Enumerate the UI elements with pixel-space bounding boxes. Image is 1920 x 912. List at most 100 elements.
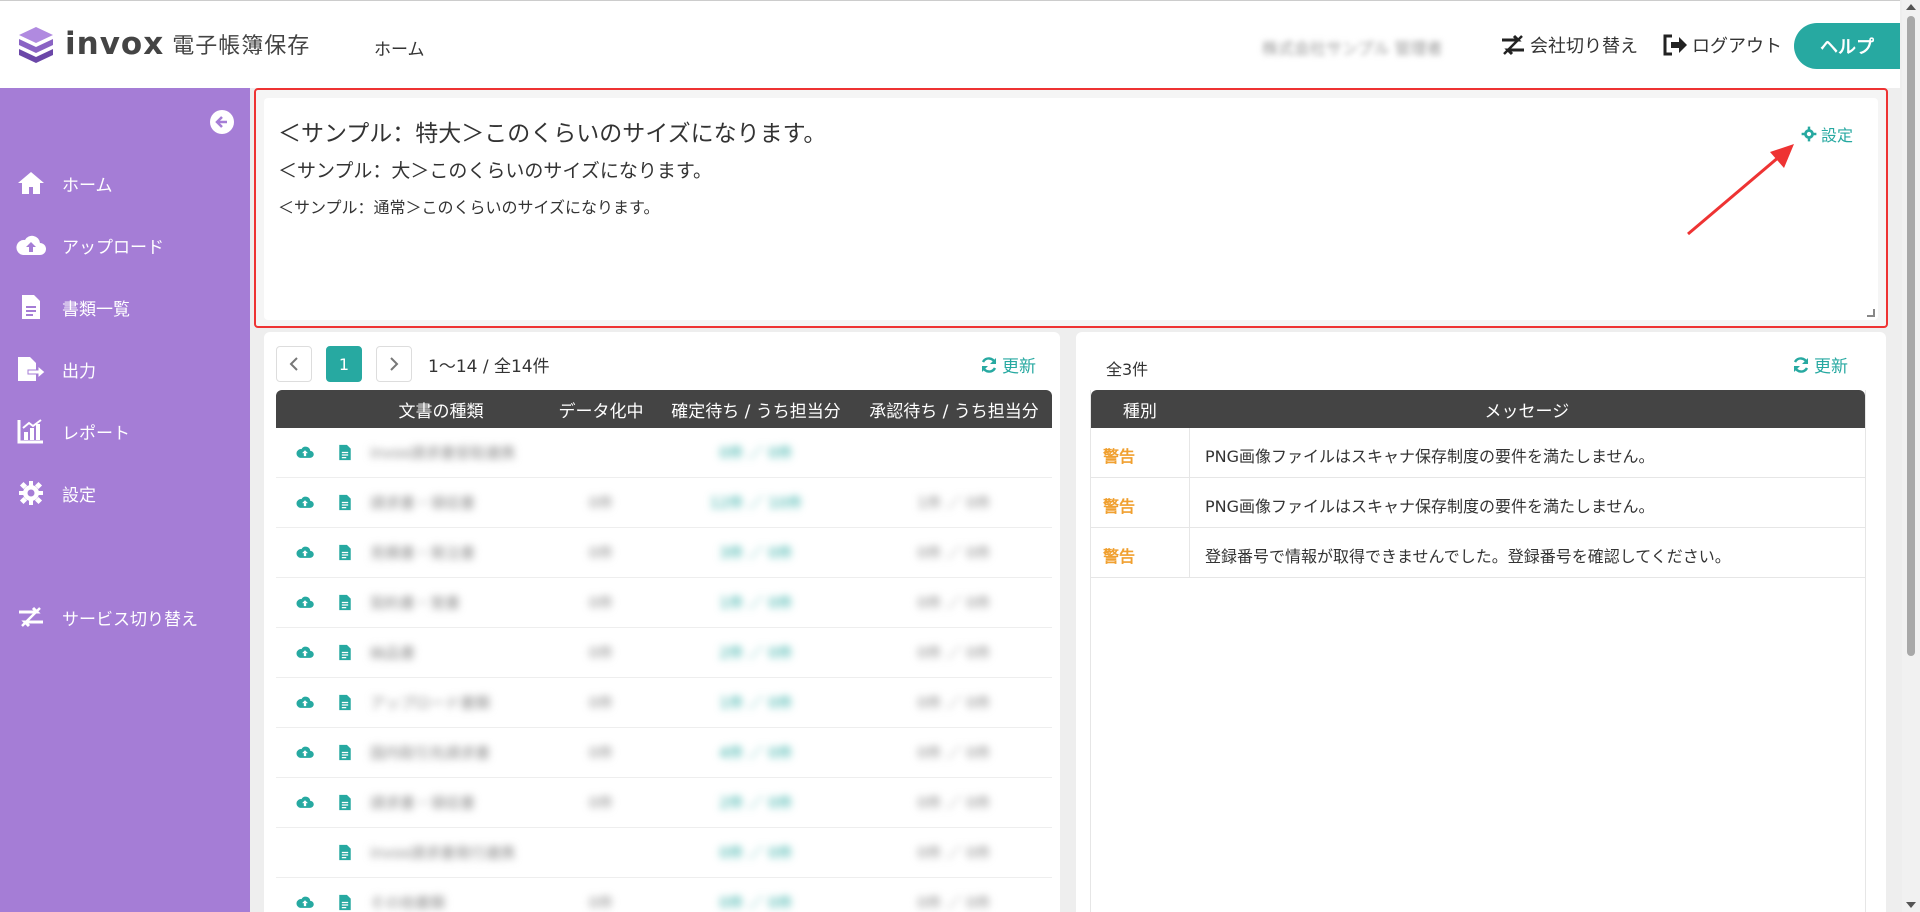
cell-divider xyxy=(1189,528,1190,578)
document-type-name[interactable]: その他書類 xyxy=(276,892,546,912)
sidebar-collapse-button[interactable] xyxy=(210,110,234,134)
table-row[interactable]: その他書類 0件 0件 ／ 0件 0件 ／ 0件 xyxy=(276,878,1052,912)
approve-count[interactable]: 0件 ／ 0件 xyxy=(856,892,1052,912)
approve-count[interactable]: 0件 ／ 0件 xyxy=(856,742,1052,763)
processing-count: 0件 xyxy=(588,644,614,662)
chevron-left-icon xyxy=(289,357,298,371)
table-row[interactable]: invox請求書発行連携 0件 ／ 0件 0件 ／ 0件 xyxy=(276,828,1052,878)
confirm-count[interactable]: 12件 ／ 10件 xyxy=(656,492,856,513)
column-header-type: 種別 xyxy=(1122,401,1157,422)
processing-count: 0件 xyxy=(588,744,614,762)
scroll-thumb[interactable] xyxy=(1907,16,1915,656)
message-type: 警告 xyxy=(1103,497,1136,516)
cell-divider xyxy=(1189,478,1190,528)
sidebar-item-export[interactable]: 出力 xyxy=(16,354,96,384)
page-scrollbar[interactable] xyxy=(1902,0,1920,912)
table-row[interactable]: 見積書・発注書 0件 3件 ／ 0件 0件 ／ 0件 xyxy=(276,528,1052,578)
table-row[interactable]: invox請求書受取連携 0件 ／ 0件 xyxy=(276,428,1052,478)
logout-button[interactable]: ログアウト xyxy=(1662,32,1782,58)
approve-count[interactable]: 0件 ／ 0件 xyxy=(856,842,1052,863)
message-row: 警告 登録番号で情報が取得できませんでした。登録番号を確認してください。 xyxy=(1091,528,1865,578)
document-type-name[interactable]: 国内取引先請求書 xyxy=(276,742,546,763)
document-type-name[interactable]: 請求書・領収書 xyxy=(276,492,546,513)
confirm-count[interactable]: 1件 ／ 0件 xyxy=(656,592,856,613)
document-type-name[interactable]: 見積書・発注書 xyxy=(276,542,546,563)
sidebar-item-settings[interactable]: 設定 xyxy=(16,478,96,508)
document-status-panel: 1 1〜14 / 全14件 更新 文書の種類 データ化中 確定待ち / うち担当… xyxy=(264,332,1060,912)
table-row[interactable]: 契約書・覚書 0件 1件 ／ 0件 0件 ／ 0件 xyxy=(276,578,1052,628)
column-header-message: メッセージ xyxy=(1484,401,1570,422)
confirm-count[interactable]: 1件 ／ 0件 xyxy=(656,692,856,713)
scroll-down-arrow[interactable] xyxy=(1906,902,1916,908)
app-header: invox 電子帳簿保存 ホーム 株式会社サンプル 管理者 会社切り替え ログア… xyxy=(0,0,1900,88)
approve-count[interactable]: 1件 ／ 0件 xyxy=(856,492,1052,513)
approve-count[interactable]: 0件 ／ 0件 xyxy=(856,792,1052,813)
settings-label: 設定 xyxy=(1821,126,1854,145)
approve-count[interactable]: 0件 ／ 0件 xyxy=(856,592,1052,613)
message-type: 警告 xyxy=(1103,547,1136,566)
prev-page-button[interactable] xyxy=(276,346,312,382)
table-row[interactable]: 納品書 0件 2件 ／ 0件 0件 ／ 0件 xyxy=(276,628,1052,678)
document-type-name[interactable]: 請求書・領収書 xyxy=(276,792,546,813)
font-size-sample-panel: ＜サンプル：特大＞このくらいのサイズになります。 ＜サンプル：大＞このくらいのサ… xyxy=(264,98,1878,320)
confirm-count[interactable]: 0件 ／ 0件 xyxy=(656,892,856,912)
sample-text-large: ＜サンプル：大＞このくらいのサイズになります。 xyxy=(278,160,712,182)
confirm-count[interactable]: 0件 ／ 0件 xyxy=(656,442,856,463)
nav-home-link[interactable]: ホーム xyxy=(374,35,425,60)
approve-count[interactable]: 0件 ／ 0件 xyxy=(856,642,1052,663)
help-button[interactable]: ヘルプ xyxy=(1794,23,1900,69)
confirm-count[interactable]: 0件 ／ 0件 xyxy=(656,842,856,863)
sidebar-item-upload[interactable]: アップロード xyxy=(16,230,164,260)
document-type-name[interactable]: invox請求書発行連携 xyxy=(276,842,546,863)
confirm-count[interactable]: 2件 ／ 0件 xyxy=(656,642,856,663)
resize-handle[interactable] xyxy=(1867,309,1875,317)
message-text: PNG画像ファイルはスキャナ保存制度の要件を満たしません。 xyxy=(1205,447,1655,466)
logout-icon xyxy=(1663,34,1687,56)
sidebar-item-home[interactable]: ホーム xyxy=(16,168,113,198)
document-type-name[interactable]: 納品書 xyxy=(276,642,546,663)
table-row[interactable]: 国内取引先請求書 0件 4件 ／ 0件 0件 ／ 0件 xyxy=(276,728,1052,778)
message-table-body: 警告 PNG画像ファイルはスキャナ保存制度の要件を満たしません。 警告 PNG画… xyxy=(1091,428,1865,578)
export-icon xyxy=(16,354,46,384)
processing-count: 0件 xyxy=(588,894,614,912)
chevron-right-icon xyxy=(390,357,399,371)
column-header: データ化中 xyxy=(558,401,644,422)
sidebar-item-report[interactable]: レポート xyxy=(16,416,130,446)
switch-company-button[interactable]: 会社切り替え xyxy=(1500,32,1638,58)
message-row: 警告 PNG画像ファイルはスキャナ保存制度の要件を満たしません。 xyxy=(1091,428,1865,478)
table-body: invox請求書受取連携 0件 ／ 0件 請求書・領収書 0件 12件 ／ 10… xyxy=(276,428,1052,912)
pagination: 1 1〜14 / 全14件 xyxy=(276,346,550,382)
right-refresh-button[interactable]: 更新 xyxy=(1792,352,1848,377)
refresh-icon xyxy=(1793,356,1809,373)
confirm-count[interactable]: 4件 ／ 0件 xyxy=(656,742,856,763)
sidebar-item-label: 設定 xyxy=(62,485,96,506)
document-type-name[interactable]: 契約書・覚書 xyxy=(276,592,546,613)
table-row[interactable]: 請求書・領収書 0件 12件 ／ 10件 1件 ／ 0件 xyxy=(276,478,1052,528)
approve-count[interactable]: 0件 ／ 0件 xyxy=(856,692,1052,713)
left-refresh-button[interactable]: 更新 xyxy=(980,352,1036,377)
confirm-count[interactable]: 2件 ／ 0件 xyxy=(656,792,856,813)
sidebar-item-label: アップロード xyxy=(62,237,164,258)
table-row[interactable]: アップロード書類 0件 1件 ／ 0件 0件 ／ 0件 xyxy=(276,678,1052,728)
refresh-label: 更新 xyxy=(1814,357,1848,377)
app-logo[interactable]: invox 電子帳簿保存 xyxy=(17,25,310,63)
next-page-button[interactable] xyxy=(376,346,412,382)
column-header: 承認待ち / うち担当分 xyxy=(869,401,1039,422)
company-name: 株式会社サンプル 管理者 xyxy=(1262,39,1443,58)
switch-icon xyxy=(16,602,46,632)
scroll-up-arrow[interactable] xyxy=(1906,4,1916,10)
document-type-name[interactable]: アップロード書類 xyxy=(276,692,546,713)
arrow-left-icon xyxy=(215,116,227,128)
page-button-1[interactable]: 1 xyxy=(326,346,362,382)
processing-count: 0件 xyxy=(588,794,614,812)
sidebar-item-documents[interactable]: 書類一覧 xyxy=(16,292,130,322)
confirm-count[interactable]: 3件 ／ 0件 xyxy=(656,542,856,563)
sidebar-item-label: ホーム xyxy=(62,175,113,196)
sidebar-item-switch-service[interactable]: サービス切り替え xyxy=(16,602,198,632)
approve-count[interactable]: 0件 ／ 0件 xyxy=(856,542,1052,563)
refresh-icon xyxy=(981,356,997,373)
logout-label: ログアウト xyxy=(1692,36,1782,57)
table-row[interactable]: 請求書・領収書 0件 2件 ／ 0件 0件 ／ 0件 xyxy=(276,778,1052,828)
logo-text: invox xyxy=(65,26,165,62)
document-type-name[interactable]: invox請求書受取連携 xyxy=(276,442,546,463)
